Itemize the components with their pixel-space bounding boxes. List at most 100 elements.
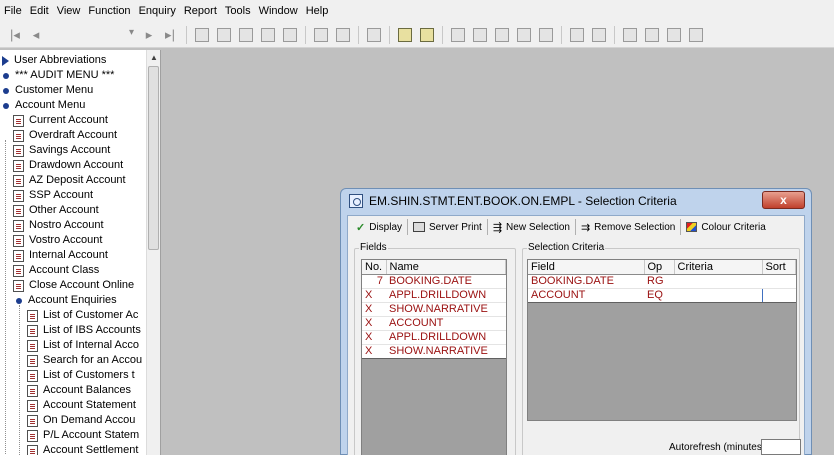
- tree-item-customer-menu[interactable]: Customer Menu: [2, 83, 93, 98]
- close-button[interactable]: x: [762, 191, 805, 209]
- tree-item-on-demand-account[interactable]: On Demand Accou: [27, 413, 135, 428]
- criteria-value[interactable]: [674, 274, 762, 289]
- enquiry-icon[interactable]: [398, 27, 412, 42]
- delete-row-icon[interactable]: [473, 27, 487, 42]
- new-selection-button[interactable]: ⇶ New Selection: [489, 218, 574, 236]
- tree-item-account-menu[interactable]: Account Menu: [2, 98, 85, 113]
- move-icon[interactable]: [623, 27, 637, 42]
- column-header-no[interactable]: No.: [362, 260, 387, 275]
- paste-icon[interactable]: [239, 27, 253, 42]
- table-row[interactable]: X ACCOUNT: [362, 316, 506, 331]
- field-name: APPL.DRILLDOWN: [386, 288, 506, 303]
- last-record-icon[interactable]: ▸|: [161, 26, 179, 44]
- tree-item-account-class[interactable]: Account Class: [13, 263, 99, 278]
- tree-scrollbar[interactable]: ▲: [146, 50, 160, 455]
- menu-tools[interactable]: Tools: [225, 5, 251, 17]
- tree-item-search-for-an-account[interactable]: Search for an Accou: [27, 353, 142, 368]
- delete-icon[interactable]: [283, 27, 297, 42]
- tree-item-savings-account[interactable]: Savings Account: [13, 143, 110, 158]
- column-header-op[interactable]: Op: [644, 260, 675, 275]
- menu-window[interactable]: Window: [259, 5, 298, 17]
- menu-function[interactable]: Function: [88, 5, 130, 17]
- tree-item-vostro-account[interactable]: Vostro Account: [13, 233, 102, 248]
- menu-enquiry[interactable]: Enquiry: [139, 5, 176, 17]
- colour-criteria-button[interactable]: Colour Criteria: [682, 218, 769, 236]
- tree-icon[interactable]: [420, 27, 434, 42]
- first-record-icon[interactable]: |◂: [6, 26, 24, 44]
- criteria-value[interactable]: [674, 288, 763, 303]
- table-row[interactable]: X APPL.DRILLDOWN: [362, 288, 506, 303]
- tree-item-audit-menu[interactable]: *** AUDIT MENU ***: [2, 68, 114, 83]
- criteria-sort[interactable]: [762, 274, 796, 289]
- tree-item-list-of-customer-accounts[interactable]: List of Customer Ac: [27, 308, 138, 323]
- tree-item-user-abbreviations[interactable]: User Abbreviations: [2, 53, 106, 68]
- dialog-title-bar[interactable]: EM.SHIN.STMT.ENT.BOOK.ON.EMPL - Selectio…: [341, 189, 811, 213]
- fields-group-label: Fields: [359, 242, 388, 253]
- tree-item-list-of-ibs-accounts[interactable]: List of IBS Accounts: [27, 323, 141, 338]
- column-header-criteria[interactable]: Criteria: [674, 260, 763, 275]
- tree-item-overdraft-account[interactable]: Overdraft Account: [13, 128, 117, 143]
- collapse-row-icon[interactable]: [517, 27, 531, 42]
- tree-item-account-balances[interactable]: Account Balances: [27, 383, 131, 398]
- menu-edit[interactable]: Edit: [30, 5, 49, 17]
- menu-file[interactable]: File: [4, 5, 22, 17]
- server-print-button[interactable]: Server Print: [409, 218, 486, 236]
- table-row[interactable]: ACCOUNT EQ: [528, 288, 796, 303]
- scroll-up-arrow-icon[interactable]: ▲: [150, 53, 158, 62]
- duplicate-row-icon[interactable]: [539, 27, 553, 42]
- table-row[interactable]: BOOKING.DATE RG: [528, 274, 796, 289]
- tree-item-az-deposit-account[interactable]: AZ Deposit Account: [13, 173, 126, 188]
- tree-item-label: Search for an Accou: [43, 354, 143, 366]
- menu-report[interactable]: Report: [184, 5, 217, 17]
- link-icon[interactable]: [592, 27, 606, 42]
- filter-icon[interactable]: [645, 27, 659, 42]
- tree-item-account-enquiries[interactable]: Account Enquiries: [15, 293, 117, 308]
- criteria-op[interactable]: EQ: [644, 288, 674, 303]
- scroll-thumb[interactable]: [148, 66, 159, 250]
- table-row[interactable]: 7 BOOKING.DATE: [362, 274, 506, 289]
- save-icon[interactable]: [667, 27, 681, 42]
- menu-view[interactable]: View: [57, 5, 81, 17]
- column-header-sort[interactable]: Sort: [762, 260, 796, 275]
- next-record-icon[interactable]: ▸: [140, 26, 158, 44]
- tree-item-pl-account-statement[interactable]: P/L Account Statem: [27, 428, 139, 443]
- tree-item-label: *** AUDIT MENU ***: [15, 69, 115, 81]
- tree-item-current-account[interactable]: Current Account: [13, 113, 108, 128]
- remove-selection-button[interactable]: ⇉ Remove Selection: [577, 218, 679, 236]
- edit-icon[interactable]: [195, 27, 209, 42]
- search-icon: [349, 194, 363, 208]
- tree-item-other-account[interactable]: Other Account: [13, 203, 99, 218]
- authorise-icon[interactable]: [261, 27, 275, 42]
- tree-item-list-of-customers[interactable]: List of Customers t: [27, 368, 135, 383]
- insert-row-icon[interactable]: [451, 27, 465, 42]
- home-icon[interactable]: [367, 27, 381, 42]
- table-row[interactable]: X APPL.DRILLDOWN: [362, 330, 506, 345]
- criteria-sort[interactable]: [762, 288, 796, 303]
- tree-item-internal-account[interactable]: Internal Account: [13, 248, 108, 263]
- display-button[interactable]: ✓ Display: [352, 218, 406, 236]
- tree-item-ssp-account[interactable]: SSP Account: [13, 188, 93, 203]
- menu-help[interactable]: Help: [306, 5, 329, 17]
- column-header-field[interactable]: Field: [528, 260, 645, 275]
- column-header-name[interactable]: Name: [386, 260, 506, 275]
- table-row[interactable]: X SHOW.NARRATIVE: [362, 344, 506, 359]
- tree-item-close-account-online[interactable]: Close Account Online: [13, 278, 134, 293]
- clear-icon[interactable]: [689, 27, 703, 42]
- attach-icon[interactable]: [570, 27, 584, 42]
- autorefresh-input[interactable]: [761, 439, 801, 455]
- criteria-op[interactable]: RG: [644, 274, 674, 289]
- record-combo[interactable]: [48, 26, 136, 44]
- previous-record-icon[interactable]: ◂: [27, 26, 45, 44]
- tree-item-account-settlement[interactable]: Account Settlement: [27, 443, 138, 455]
- table-row[interactable]: X SHOW.NARRATIVE: [362, 302, 506, 317]
- print-icon[interactable]: [314, 27, 328, 42]
- document-icon: [13, 189, 24, 202]
- tree-item-list-of-internal-accounts[interactable]: List of Internal Acco: [27, 338, 139, 353]
- tree-item-drawdown-account[interactable]: Drawdown Account: [13, 158, 123, 173]
- toolbar-divider: [389, 25, 390, 44]
- expand-row-icon[interactable]: [495, 27, 509, 42]
- tree-item-nostro-account[interactable]: Nostro Account: [13, 218, 104, 233]
- tree-item-account-statement[interactable]: Account Statement: [27, 398, 136, 413]
- search-icon[interactable]: [336, 27, 350, 42]
- copy-icon[interactable]: [217, 27, 231, 42]
